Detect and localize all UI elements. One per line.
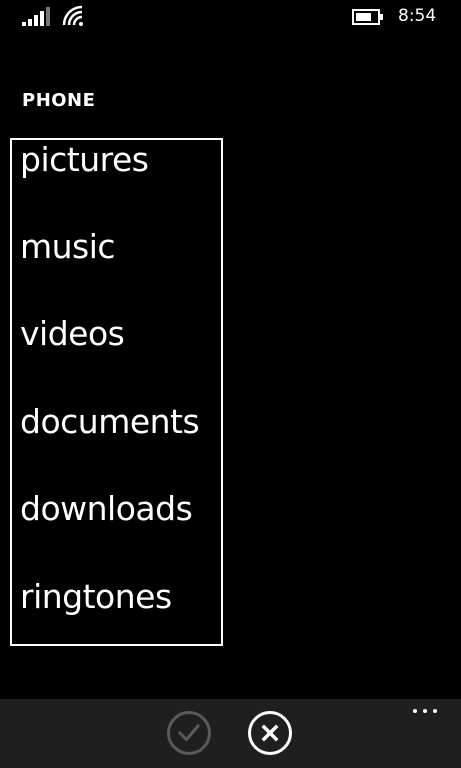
more-options-button[interactable]	[408, 701, 444, 721]
close-icon	[261, 724, 279, 742]
folder-item-documents[interactable]: documents	[20, 397, 200, 447]
folder-list: pictures music videos documents download…	[0, 0, 461, 700]
accept-button[interactable]	[167, 711, 211, 755]
checkmark-icon	[177, 723, 201, 742]
app-bar	[0, 699, 461, 768]
folder-item-downloads[interactable]: downloads	[20, 484, 193, 534]
folder-item-videos[interactable]: videos	[20, 309, 125, 359]
cancel-button[interactable]	[248, 711, 292, 755]
folder-item-pictures[interactable]: pictures	[20, 135, 149, 185]
ellipsis-icon	[413, 709, 417, 713]
folder-item-music[interactable]: music	[20, 222, 116, 272]
folder-item-ringtones[interactable]: ringtones	[20, 572, 172, 622]
